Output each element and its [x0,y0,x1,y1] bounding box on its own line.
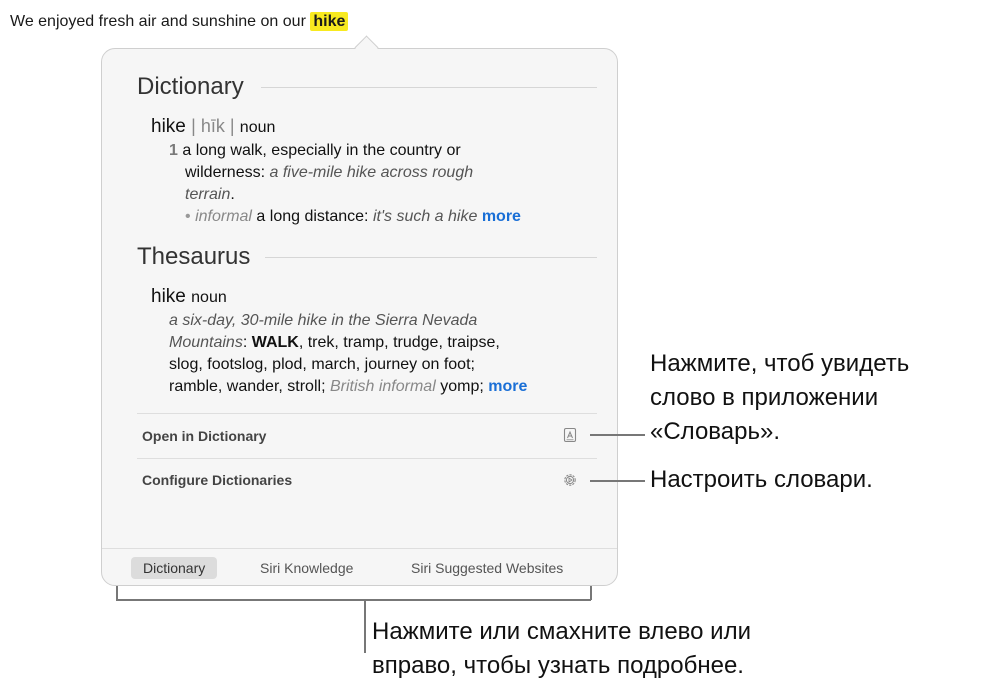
subsense-example: it's such a hike [372,208,482,225]
tabs-bracket [116,599,591,601]
headword-text: hike [151,116,186,137]
register-label: informal [195,208,252,225]
sentence-text: We enjoyed fresh air and sunshine on our [10,13,311,30]
callout-text: «Словарь». [650,418,780,445]
definition-text: . [230,186,235,203]
thesaurus-example: a six-day, 30-mile hike in the Sierra Ne… [169,312,478,329]
main-synonym: WALK [251,334,299,351]
part-of-speech: noun [239,119,276,136]
highlighted-word[interactable]: hike [310,12,349,31]
thesaurus-entry: a six-day, 30-mile hike in the Sierra Ne… [169,310,599,398]
callout-open-dictionary: Нажмите, чтоб увидеть слово в приложении… [650,347,909,449]
synonyms: slog, footslog, plod, march, journey on … [169,356,475,373]
synonyms: ramble, wander, stroll; [169,378,330,395]
thesaurus-headword: hike noun [151,285,227,310]
source-sentence: We enjoyed fresh air and sunshine on our… [10,10,349,34]
callout-configure: Настроить словари. [650,466,873,493]
callout-text: Нажмите, чтоб увидеть [650,350,910,377]
punctuation: : [242,334,252,351]
tab-dictionary[interactable]: Dictionary [131,557,218,579]
headword-text: hike [151,286,186,307]
tabs-bracket-left [116,586,118,600]
definition-1: 1 a long walk, especially in the country… [169,140,589,228]
gear-icon [564,474,576,486]
definition-example: terrain [185,186,231,203]
pronunciation: | hīk | [191,116,235,136]
part-of-speech: noun [191,289,227,306]
tabs-bracket-stem [364,599,366,653]
definition-example: a five-mile hike across rough [269,164,474,181]
tab-siri-knowledge[interactable]: Siri Knowledge [260,558,353,578]
subsense-text: a long distance: [251,208,373,225]
open-in-dictionary-label: Open in Dictionary [142,428,267,444]
footer-separator [102,548,617,549]
dictionary-more-link[interactable]: more [482,208,521,225]
tab-siri-suggested-websites[interactable]: Siri Suggested Websites [411,558,563,578]
tabs-bracket-right [590,586,592,600]
callout-tabs: Нажмите или смахните влево или вправо, ч… [372,615,751,683]
sense-number: 1 [169,142,178,159]
synonyms: , trek, tramp, trudge, traipse, [298,334,500,351]
thesaurus-more-link[interactable]: more [488,378,527,395]
open-in-dictionary-row[interactable]: Open in Dictionary [137,414,597,458]
dictionary-book-icon [563,427,577,443]
callout-leader-configure [590,480,645,482]
callout-leader-open [590,434,645,436]
subsense-bullet: • [185,208,191,225]
thesaurus-title-rule [265,257,597,258]
register-label: British informal [329,378,436,395]
synonyms: yomp; [435,378,489,395]
dictionary-title-rule [261,87,597,88]
dictionary-section-title: Dictionary [137,73,244,100]
callout-text: Нажмите или смахните влево или [372,618,751,645]
definition-text: wilderness: [185,164,270,181]
thesaurus-example: Mountains [169,334,243,351]
definition-text: a long walk, especially in the country o… [182,142,461,159]
callout-text: слово в приложении [650,384,879,411]
thesaurus-section-title: Thesaurus [137,243,251,270]
callout-text: вправо, чтобы узнать подробнее. [372,652,744,679]
configure-dictionaries-row[interactable]: Configure Dictionaries [137,459,597,503]
configure-dictionaries-label: Configure Dictionaries [142,472,293,488]
dictionary-headword: hike | hīk | noun [151,114,275,140]
